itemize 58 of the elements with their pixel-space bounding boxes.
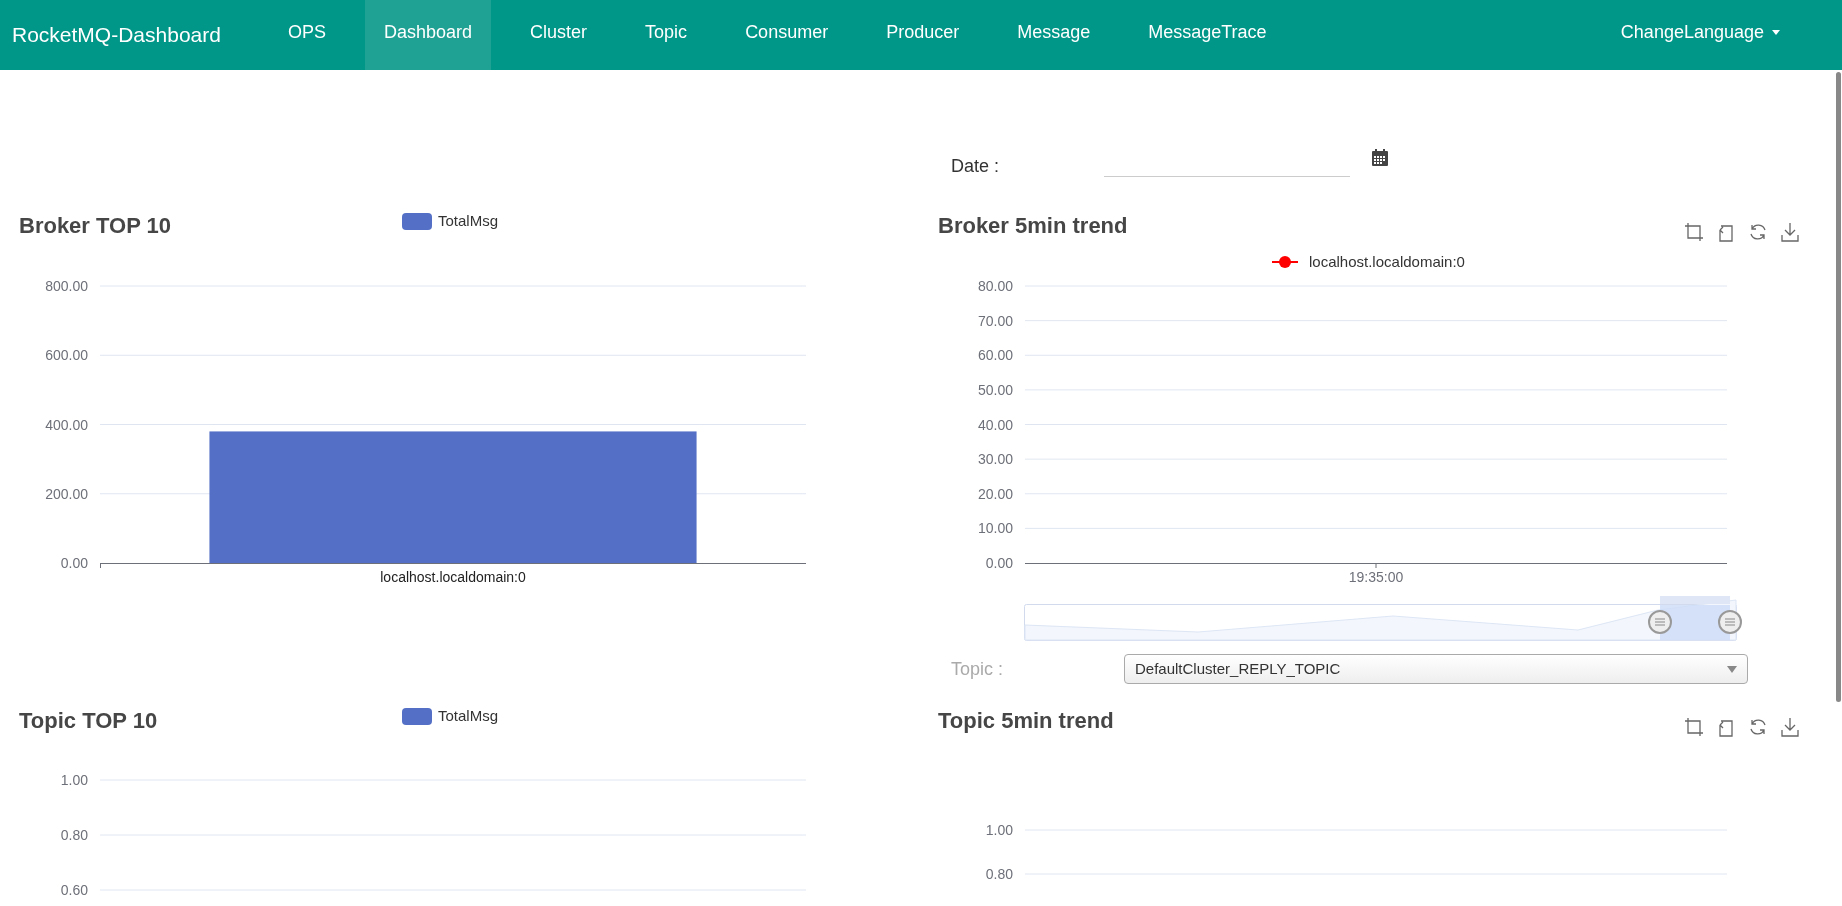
axis-tick-label: 0.80 [60, 827, 88, 843]
download-icon[interactable] [1780, 717, 1800, 737]
chart-title: Broker TOP 10 [19, 211, 172, 240]
axis-tick-label: 800.00 [45, 278, 88, 294]
nav-tab[interactable]: MessageTrace [1129, 0, 1286, 70]
axis-tick-label: 40.00 [977, 416, 1013, 433]
zoom-icon[interactable] [1684, 222, 1704, 242]
chart-title: Topic 5min trend [938, 706, 1114, 735]
axis-tick-label: 80.00 [977, 278, 1013, 294]
date-label: Date : [951, 155, 1001, 178]
axis-tick-label: 50.00 [977, 381, 1013, 398]
caret-icon [1772, 29, 1780, 35]
legend-label[interactable]: localhost.localdomain:0 [1309, 253, 1465, 270]
axis-tick-label: 0.00 [60, 555, 88, 571]
axis-tick-label: 200.00 [45, 485, 88, 502]
axis-tick-label: 60.00 [977, 347, 1013, 364]
axis-tick-label: 1.00 [985, 822, 1013, 838]
nav-tab[interactable]: Cluster [511, 0, 607, 70]
axis-tick-label: 0.00 [985, 555, 1013, 571]
topic-label: Topic : [951, 657, 1005, 681]
axis-tick-label: 10.00 [977, 520, 1013, 537]
chart-title: Topic TOP 10 [19, 706, 158, 735]
undo-zoom-icon[interactable] [1716, 717, 1736, 737]
axis-tick [1375, 562, 1377, 569]
axis-tick-label: 600.00 [45, 347, 88, 364]
axis-tick-label: 0.80 [985, 866, 1013, 882]
axis-tick-label: 400.00 [45, 416, 88, 433]
legend-label[interactable]: TotalMsg [438, 209, 499, 233]
zoom-icon[interactable] [1684, 717, 1704, 737]
language-menu[interactable]: ChangeLanguage [1620, 18, 1780, 46]
nav-tab[interactable]: Consumer [726, 0, 848, 70]
topic-dropdown[interactable]: DefaultCluster_REPLY_TOPIC [1124, 654, 1748, 684]
nav-tab[interactable]: Topic [626, 0, 707, 70]
calendar-icon[interactable] [1372, 149, 1388, 166]
nav-tab[interactable]: Producer [867, 0, 979, 70]
refresh-icon[interactable] [1748, 717, 1768, 737]
undo-zoom-icon[interactable] [1716, 222, 1736, 242]
axis-tick-label: 70.00 [977, 312, 1013, 329]
scrollbar-thumb[interactable] [1836, 72, 1841, 702]
legend-swatch[interactable] [402, 212, 432, 230]
nav-tab[interactable]: Message [998, 0, 1110, 70]
axis-tick-label: 0.60 [60, 882, 88, 898]
axis-category-label: localhost.localdomain:0 [380, 569, 526, 585]
axis-tick-label: 20.00 [977, 485, 1013, 502]
legend-label[interactable]: TotalMsg [438, 704, 499, 728]
nav-tab[interactable]: OPS [269, 0, 345, 70]
axis-category-label: 19:35:00 [1348, 569, 1404, 585]
axis-tick-label: 1.00 [60, 772, 88, 788]
nav-tab[interactable]: Dashboard [365, 0, 492, 70]
brand-link[interactable]: RocketMQ-Dashboard [0, 19, 269, 51]
axis-tick-label: 30.00 [977, 451, 1013, 468]
refresh-icon[interactable] [1748, 222, 1768, 242]
legend-swatch[interactable] [402, 707, 432, 725]
range-slider[interactable] [1024, 596, 1742, 641]
dropdown-caret-icon [1727, 665, 1737, 673]
legend-marker[interactable] [1271, 256, 1299, 268]
chart-title: Broker 5min trend [938, 211, 1128, 240]
download-icon[interactable] [1780, 222, 1800, 242]
